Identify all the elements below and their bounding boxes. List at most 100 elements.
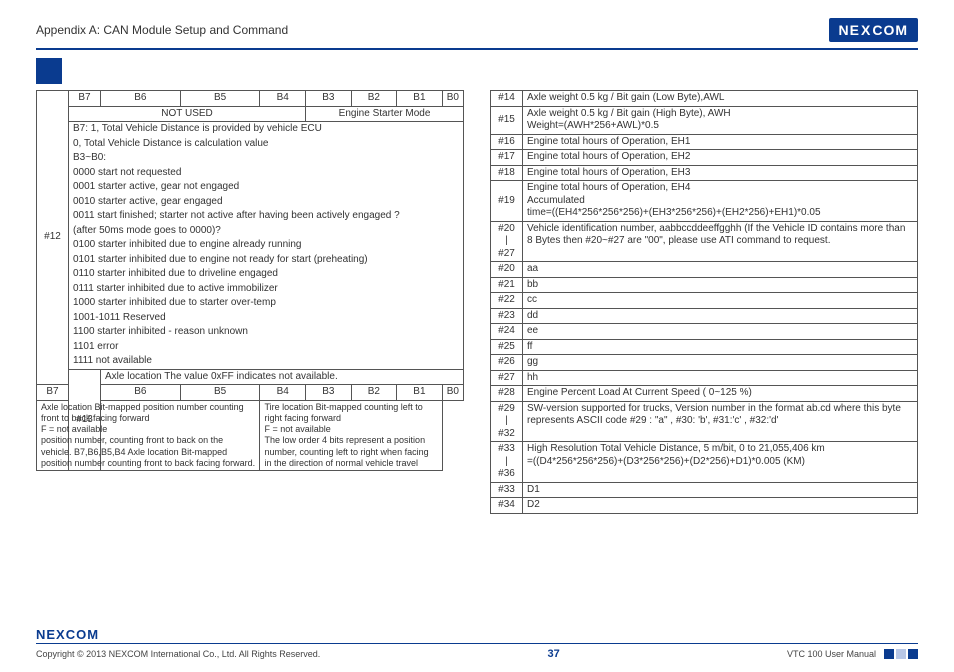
line: 1101 error [69, 340, 464, 355]
row13-left: Axle location Bit-mapped position number… [37, 400, 260, 471]
row-index: #19 [491, 181, 523, 222]
bit-cell: B0 [442, 91, 463, 107]
footer-brand: NEXCOM [36, 627, 99, 642]
row-index: #23 [491, 308, 523, 324]
row-index: #16 [491, 134, 523, 150]
table-row: #28Engine Percent Load At Current Speed … [491, 386, 918, 402]
row-index: #26 [491, 355, 523, 371]
subhead-left: NOT USED [69, 106, 306, 122]
table-row: #27hh [491, 370, 918, 386]
line: 1001-1011 Reserved [69, 311, 464, 326]
bit-cell: B0 [442, 385, 463, 401]
row-index: #24 [491, 324, 523, 340]
content-columns: #12 B7 B6 B5 B4 B3 B2 B1 B0 NOT USED Eng… [36, 90, 918, 514]
row-text: cc [523, 293, 918, 309]
table-row: #22cc [491, 293, 918, 309]
row-text: Axle weight 0.5 kg / Bit gain (High Byte… [523, 106, 918, 134]
row-text: D2 [523, 498, 918, 514]
row-index: #21 [491, 277, 523, 293]
row-text: High Resolution Total Vehicle Distance, … [523, 442, 918, 483]
line: 1100 starter inhibited - reason unknown [69, 325, 464, 340]
row-index: #15 [491, 106, 523, 134]
row-index: #20 | #27 [491, 221, 523, 262]
bit-cell: B1 [397, 385, 443, 401]
line: 0001 starter active, gear not engaged [69, 180, 464, 195]
row-text: Engine total hours of Operation, EH2 [523, 150, 918, 166]
right-column: #14Axle weight 0.5 kg / Bit gain (Low By… [490, 90, 918, 514]
row-text: hh [523, 370, 918, 386]
header-title: Appendix A: CAN Module Setup and Command [36, 23, 288, 37]
footer-icons [884, 649, 918, 659]
line: 1000 starter inhibited due to starter ov… [69, 296, 464, 311]
bit-header-row: #12 B7 B6 B5 B4 B3 B2 B1 B0 [37, 91, 464, 107]
page-number: 37 [547, 648, 559, 660]
bit-cell: B1 [397, 91, 443, 107]
bit-cell: B6 [101, 385, 181, 401]
row-index: #20 [491, 262, 523, 278]
bit-cell: B3 [306, 91, 352, 107]
row-text: gg [523, 355, 918, 371]
row-text: dd [523, 308, 918, 324]
line: 1111 not available [69, 354, 464, 369]
page: Appendix A: CAN Module Setup and Command… [0, 0, 954, 514]
square-icon [884, 649, 894, 659]
left-column: #12 B7 B6 B5 B4 B3 B2 B1 B0 NOT USED Eng… [36, 90, 464, 514]
table-row: #29 | #32SW-version supported for trucks… [491, 401, 918, 442]
line: 0100 starter inhibited due to engine alr… [69, 238, 464, 253]
row13-body: Axle location Bit-mapped position number… [37, 400, 464, 471]
bit-cell: B2 [351, 385, 397, 401]
row-text: Engine total hours of Operation, EH3 [523, 165, 918, 181]
row-index: #12 [37, 91, 69, 385]
square-icon [908, 649, 918, 659]
row-text: Engine total hours of Operation, EH1 [523, 134, 918, 150]
row-index: #28 [491, 386, 523, 402]
row-text: Engine total hours of Operation, EH4 Acc… [523, 181, 918, 222]
bit-cell: B7 [37, 385, 69, 401]
table-row: #15Axle weight 0.5 kg / Bit gain (High B… [491, 106, 918, 134]
bit-subhead-row: NOT USED Engine Starter Mode [37, 106, 464, 122]
table-row: #19Engine total hours of Operation, EH4 … [491, 181, 918, 222]
line: 0110 starter inhibited due to driveline … [69, 267, 464, 282]
row-text: SW-version supported for trucks, Version… [523, 401, 918, 442]
headline: Axle location The value 0xFF indicates n… [101, 369, 464, 385]
row-text: ff [523, 339, 918, 355]
subhead-right: Engine Starter Mode [306, 106, 464, 122]
row-index: #34 [491, 498, 523, 514]
table-row: #21bb [491, 277, 918, 293]
bit-cell: B2 [351, 91, 397, 107]
table-row: #23dd [491, 308, 918, 324]
line: 0010 starter active, gear engaged [69, 195, 464, 210]
footer-right: VTC 100 User Manual [787, 649, 918, 659]
row13-right: Tire location Bit-mapped counting left t… [260, 400, 442, 471]
row-text: ee [523, 324, 918, 340]
row-index: #14 [491, 91, 523, 107]
row-index: #17 [491, 150, 523, 166]
row13-headline: #13 Axle location The value 0xFF indicat… [37, 369, 464, 385]
table-row: #26gg [491, 355, 918, 371]
square-icon [896, 649, 906, 659]
line: 0011 start finished; starter not active … [69, 209, 464, 224]
bit-cell: B4 [260, 91, 306, 107]
line: 0101 starter inhibited due to engine not… [69, 253, 464, 268]
table-row: #17Engine total hours of Operation, EH2 [491, 150, 918, 166]
row-text: bb [523, 277, 918, 293]
row-index: #22 [491, 293, 523, 309]
left-table: #12 B7 B6 B5 B4 B3 B2 B1 B0 NOT USED Eng… [36, 90, 464, 471]
bit-cell: B5 [180, 385, 260, 401]
bit-header-row-2: B7 B6 B5 B4 B3 B2 B1 B0 [37, 385, 464, 401]
row-index: #18 [491, 165, 523, 181]
page-header: Appendix A: CAN Module Setup and Command… [36, 18, 918, 50]
row-text: Vehicle identification number, aabbccdde… [523, 221, 918, 262]
row-text: aa [523, 262, 918, 278]
line: B7: 1, Total Vehicle Distance is provide… [69, 122, 464, 137]
row-index: #33 | #36 [491, 442, 523, 483]
bit-cell: B6 [101, 91, 181, 107]
page-footer: Copyright © 2013 NEXCOM International Co… [36, 643, 918, 660]
table-row: #24ee [491, 324, 918, 340]
line: (after 50ms mode goes to 0000)? [69, 224, 464, 239]
row-index: #33 [491, 482, 523, 498]
table-row: #33D1 [491, 482, 918, 498]
row-index: #29 | #32 [491, 401, 523, 442]
copyright-text: Copyright © 2013 NEXCOM International Co… [36, 649, 320, 659]
row-text: D1 [523, 482, 918, 498]
